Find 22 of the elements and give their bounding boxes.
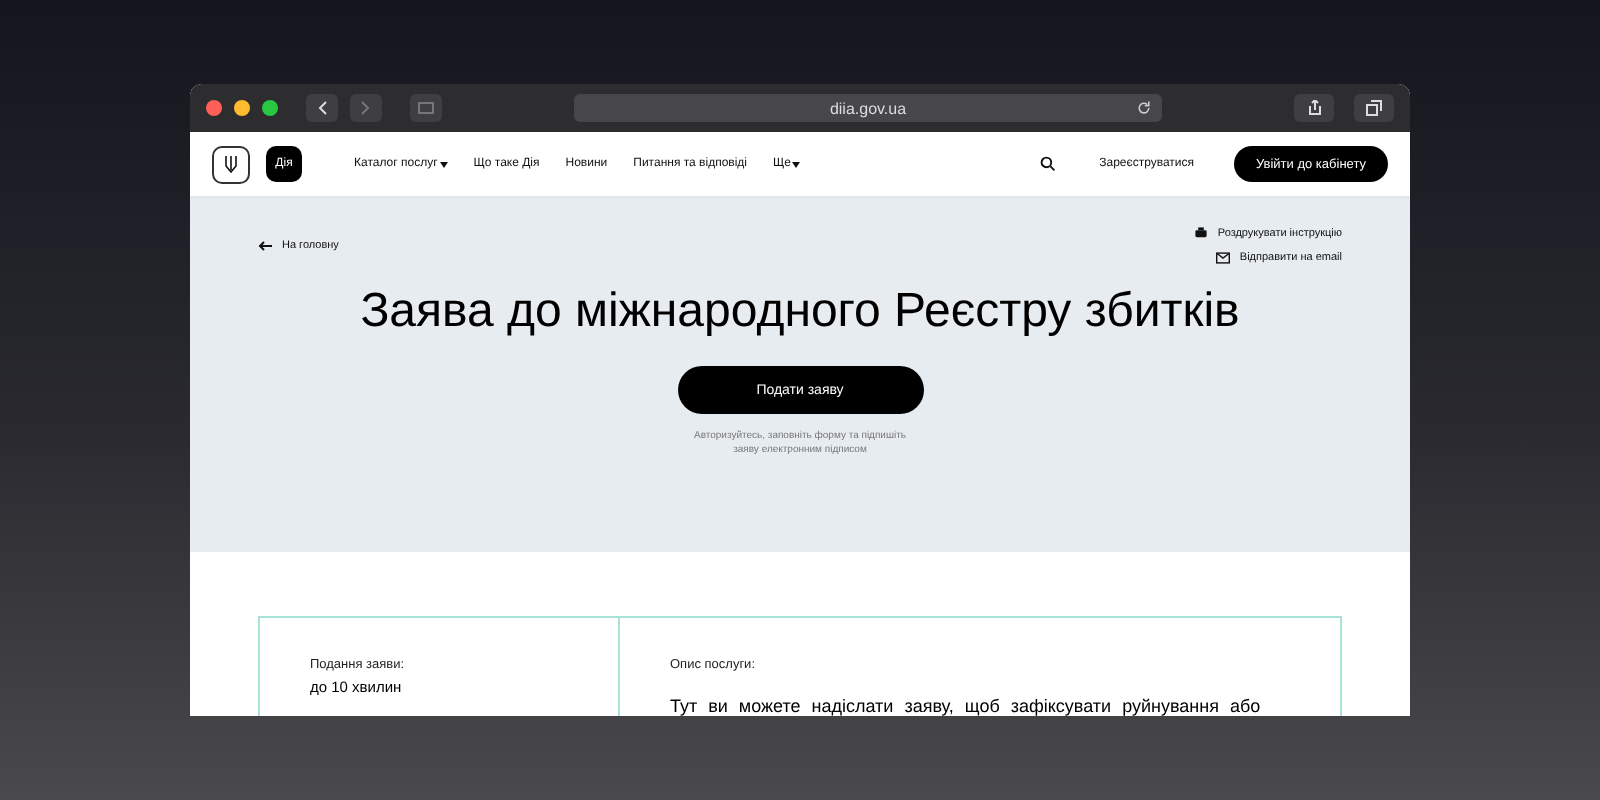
address-bar[interactable]: diia.gov.ua [574,94,1162,122]
trident-icon[interactable] [212,145,250,183]
sidebar-icon [418,102,434,114]
share-button[interactable] [1294,94,1334,122]
maximize-icon[interactable] [262,100,278,116]
forward-button[interactable] [350,94,382,122]
minimize-icon[interactable] [234,100,250,116]
tabs-button[interactable] [1354,94,1394,122]
search-icon[interactable] [1039,156,1056,172]
close-icon[interactable] [206,100,222,116]
tabs-icon [1366,100,1382,116]
back-button[interactable] [306,94,338,122]
page-title: Заява до міжнародного Реєстру збитків [360,284,1240,340]
reload-icon[interactable] [1136,100,1152,116]
printer-icon [1193,226,1208,240]
share-icon [1307,100,1321,116]
chevron-right-icon [360,100,372,116]
description-text: Тут ви можете надіслати заяву, щоб зафіксувати руйнування або [670,696,1263,716]
arrow-left-icon [258,239,272,251]
sidebar-button[interactable] [410,94,442,122]
chevron-left-icon [316,100,328,116]
envelope-icon [1215,252,1230,264]
